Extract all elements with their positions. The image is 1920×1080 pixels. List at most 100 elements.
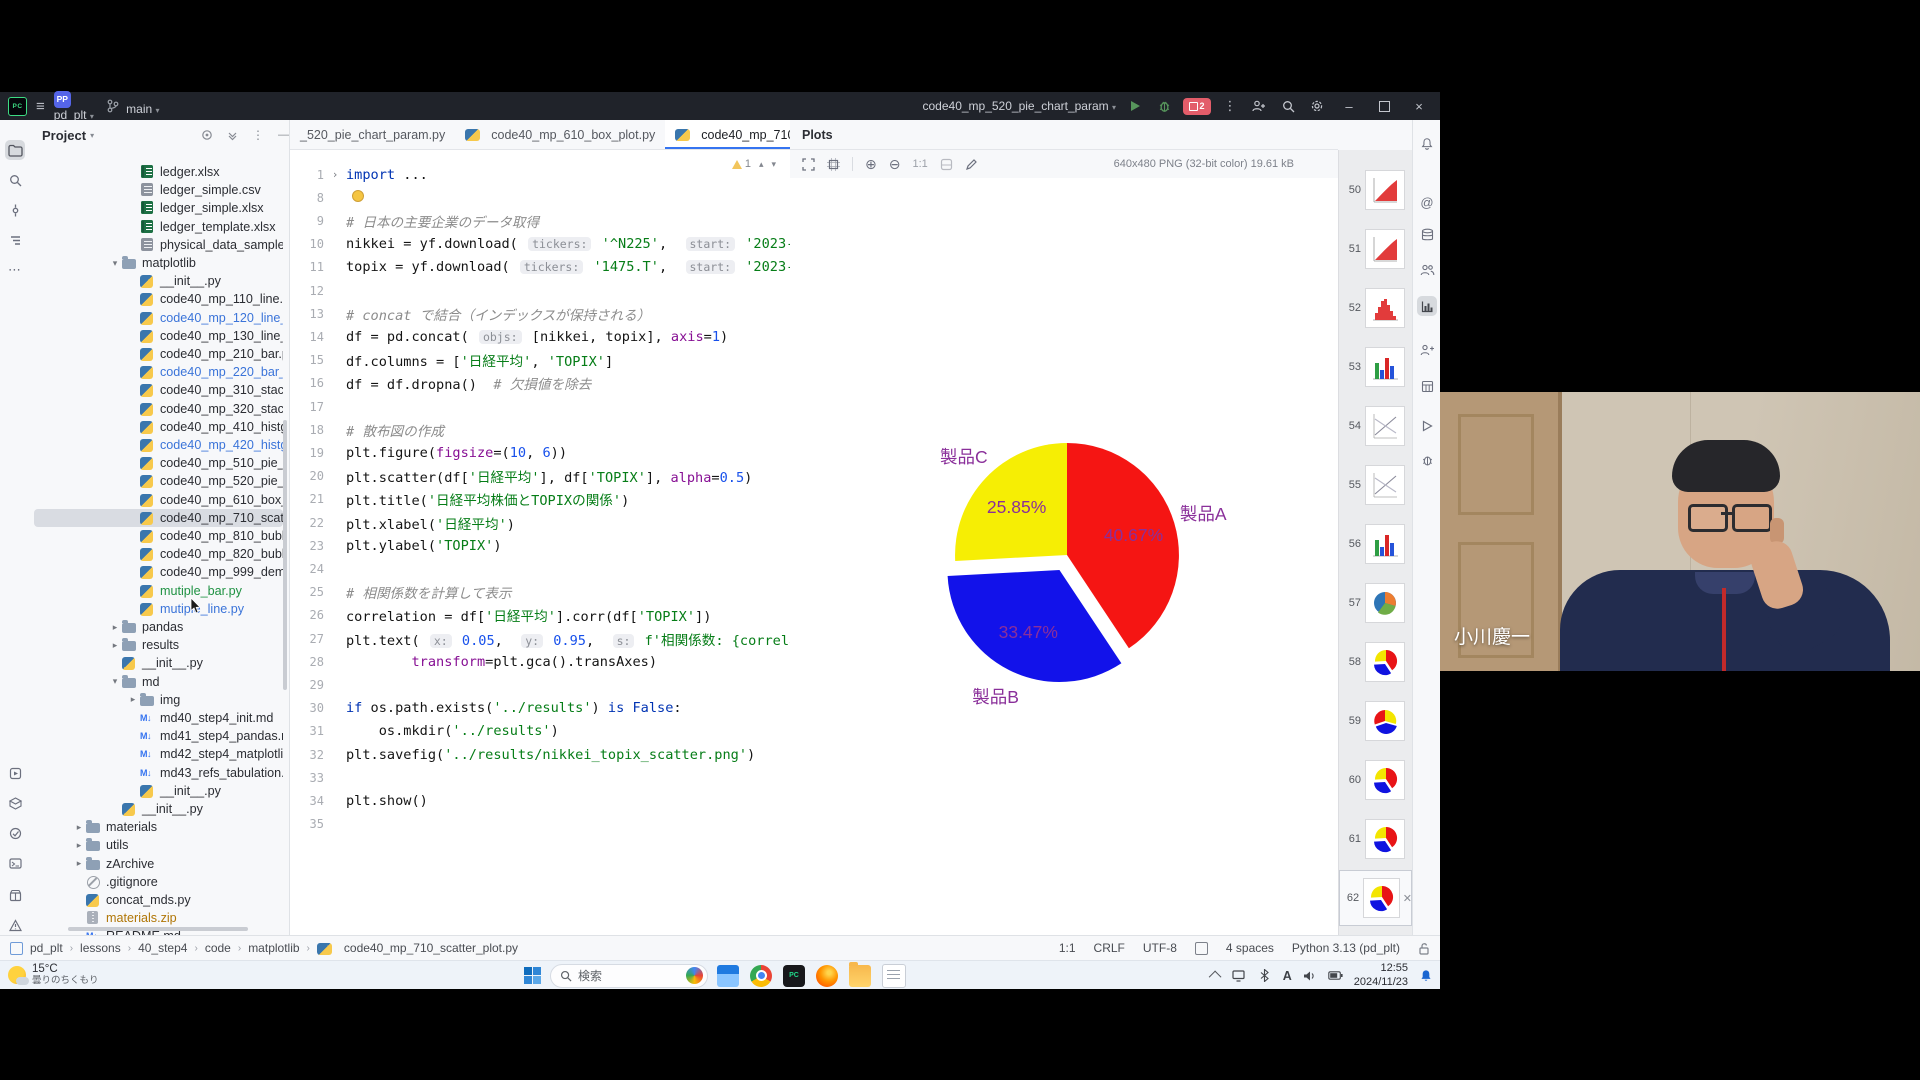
tree-item-matplotlib[interactable]: ▾ matplotlib: [34, 254, 283, 272]
actual-size-label[interactable]: 1:1: [912, 158, 927, 170]
plot-thumbnail-52[interactable]: 52: [1339, 280, 1412, 336]
tree-item-code40_mp_320_stacked_bar_params[interactable]: code40_mp_320_stacked_bar_params: [34, 400, 283, 418]
tree-item-code40_mp_710_scatter_plot.py[interactable]: code40_mp_710_scatter_plot.py: [34, 508, 283, 527]
fold-marker-icon[interactable]: ›: [324, 168, 346, 181]
collab-icon[interactable]: [1417, 260, 1437, 280]
speaker-icon[interactable]: [1302, 968, 1318, 984]
tree-horizontal-scrollbar[interactable]: [68, 927, 248, 931]
plot-thumbnail-54[interactable]: 54: [1339, 398, 1412, 454]
tree-item-md40_step4_init.md[interactable]: M↓ md40_step4_init.md: [34, 709, 283, 727]
tree-item-code40_mp_310_stacked_bar.py[interactable]: code40_mp_310_stacked_bar.py: [34, 381, 283, 399]
tree-item-code40_mp_520_pie_chart_param.py[interactable]: code40_mp_520_pie_chart_param.py: [34, 472, 283, 490]
tree-item-results[interactable]: ▸ results: [34, 636, 283, 654]
search-everywhere-icon[interactable]: [1278, 96, 1298, 116]
hide-panel-icon[interactable]: —: [278, 129, 289, 141]
grid-icon[interactable]: [940, 158, 953, 171]
sciview-chart-icon[interactable]: [1417, 296, 1437, 316]
search-icon[interactable]: [5, 170, 25, 190]
fit-icon[interactable]: [802, 157, 815, 171]
plot-thumbnail-57[interactable]: 57: [1339, 575, 1412, 631]
caret-position[interactable]: 1:1: [1059, 941, 1076, 955]
tree-item-img[interactable]: ▸ img: [34, 691, 283, 709]
tree-item-ledger_template.xlsx[interactable]: ledger_template.xlsx: [34, 218, 283, 236]
battery-icon[interactable]: [1328, 968, 1344, 984]
structure-icon[interactable]: [5, 230, 25, 250]
tree-item-ledger.xlsx[interactable]: ledger.xlsx: [34, 163, 283, 181]
tree-vertical-scrollbar[interactable]: [283, 420, 287, 690]
database-icon[interactable]: [1417, 225, 1437, 245]
tree-item-md[interactable]: ▾ md: [34, 673, 283, 691]
bluetooth-icon[interactable]: [1257, 968, 1273, 984]
more-actions-icon[interactable]: ⋮: [1220, 96, 1240, 116]
services-icon[interactable]: [5, 763, 25, 783]
code-editor[interactable]: 1 ▴ ▾ 1 › import ... 8 9 # 日本の主要企業のデータ取得 10 nik…: [290, 150, 790, 935]
tree-item-zArchive[interactable]: ▸ zArchive: [34, 855, 283, 873]
todo-icon[interactable]: [5, 823, 25, 843]
tree-item-__init__.py[interactable]: __init__.py: [34, 782, 283, 800]
tree-item-code40_mp_210_bar.py[interactable]: code40_mp_210_bar.py: [34, 345, 283, 363]
main-menu-icon[interactable]: ≡: [36, 99, 45, 114]
unlock-icon[interactable]: [1418, 942, 1430, 955]
tree-chevron-icon[interactable]: ▸: [108, 622, 122, 633]
breadcrumb-item[interactable]: 40_step4: [138, 941, 187, 955]
tree-item-.gitignore[interactable]: .gitignore: [34, 873, 283, 891]
tree-item-__init__.py[interactable]: __init__.py: [34, 654, 283, 672]
table-icon[interactable]: [1417, 376, 1437, 396]
commit-icon[interactable]: [5, 200, 25, 220]
tree-item-mutiple_line.py[interactable]: mutiple_line.py: [34, 600, 283, 618]
taskbar-app-notepad[interactable]: [882, 963, 906, 988]
debug-icon[interactable]: [1417, 450, 1437, 470]
plot-thumbnail-61[interactable]: 61: [1339, 811, 1412, 867]
run-configuration[interactable]: code40_mp_520_pie_chart_param ▾: [918, 99, 1117, 113]
more-icon[interactable]: ⋯: [5, 260, 25, 280]
plots-panel-title[interactable]: Plots: [802, 128, 833, 142]
python-packages-icon[interactable]: [5, 793, 25, 813]
tab-_520_pie_chart_param.py[interactable]: _520_pie_chart_param.py: [290, 120, 455, 149]
start-button[interactable]: [524, 967, 541, 984]
tree-item-__init__.py[interactable]: __init__.py: [34, 272, 283, 290]
taskbar-app-folder[interactable]: [849, 961, 871, 987]
tree-item-code40_mp_610_box_plot.py[interactable]: code40_mp_610_box_plot.py: [34, 491, 283, 509]
code-with-me-icon[interactable]: [1249, 96, 1269, 116]
intention-bulb-icon[interactable]: [352, 189, 364, 202]
run-anything-icon[interactable]: [1417, 416, 1437, 436]
taskbar-app-pycharm[interactable]: PC: [783, 964, 805, 987]
tree-item-__init__.py[interactable]: __init__.py: [34, 800, 283, 818]
breadcrumb-item[interactable]: lessons: [80, 941, 121, 955]
notifications-bell-icon[interactable]: [1417, 134, 1437, 154]
taskbar-weather-widget[interactable]: 15°C 曇りのちくもり: [8, 963, 99, 987]
tree-item-code40_mp_110_line.py[interactable]: code40_mp_110_line.py: [34, 290, 283, 308]
tree-item-physical_data_sample.csv[interactable]: physical_data_sample.csv: [34, 236, 283, 254]
plot-thumbnail-58[interactable]: 58: [1339, 634, 1412, 690]
tree-item-code40_mp_999_demo.py[interactable]: code40_mp_999_demo.py: [34, 563, 283, 581]
tree-item-utils[interactable]: ▸ utils: [34, 836, 283, 854]
plot-thumbnail-51[interactable]: 51: [1339, 221, 1412, 277]
plot-thumbnail-60[interactable]: 60: [1339, 752, 1412, 808]
taskbar-app-firefox[interactable]: [816, 964, 838, 987]
select-opened-file-icon[interactable]: [201, 129, 213, 141]
tray-clock[interactable]: 12:55 2024/11/23: [1354, 962, 1408, 988]
zoom-out-icon[interactable]: ⊖: [889, 156, 901, 173]
minimize-button[interactable]: –: [1336, 96, 1362, 116]
breadcrumb-item[interactable]: matplotlib: [248, 941, 299, 955]
breadcrumb-item[interactable]: code: [205, 941, 231, 955]
tab-code40_mp_610_box_plot.py[interactable]: code40_mp_610_box_plot.py: [455, 120, 665, 149]
plot-thumbnail-50[interactable]: 50: [1339, 162, 1412, 218]
terminal-icon[interactable]: [5, 853, 25, 873]
tree-item-materials.zip[interactable]: materials.zip: [34, 909, 283, 927]
settings-gear-icon[interactable]: [1307, 96, 1327, 116]
project-panel-title[interactable]: Project: [42, 128, 86, 143]
tree-item-md42_step4_matplotlib.md[interactable]: M↓ md42_step4_matplotlib.md: [34, 745, 283, 763]
tree-item-ledger_simple.xlsx[interactable]: ledger_simple.xlsx: [34, 199, 283, 217]
tree-item-code40_mp_410_histgram.py[interactable]: code40_mp_410_histgram.py: [34, 418, 283, 436]
vcs-branch-widget[interactable]: main ▾: [103, 96, 160, 116]
plot-thumbnail-53[interactable]: 53: [1339, 339, 1412, 395]
python-interpreter[interactable]: Python 3.13 (pd_plt): [1292, 941, 1400, 955]
running-processes-stop-button[interactable]: 2: [1183, 97, 1211, 115]
breadcrumb-item[interactable]: code40_mp_710_scatter_plot.py: [344, 941, 518, 955]
breadcrumb-item[interactable]: pd_plt: [30, 941, 63, 955]
notification-bell-icon[interactable]: [1418, 968, 1434, 984]
tree-item-code40_mp_810_bubble_chart1.py[interactable]: code40_mp_810_bubble_chart1.py: [34, 527, 283, 545]
tree-item-md43_refs_tabulation.md[interactable]: M↓ md43_refs_tabulation.md: [34, 764, 283, 782]
close-button[interactable]: ×: [1406, 96, 1432, 116]
